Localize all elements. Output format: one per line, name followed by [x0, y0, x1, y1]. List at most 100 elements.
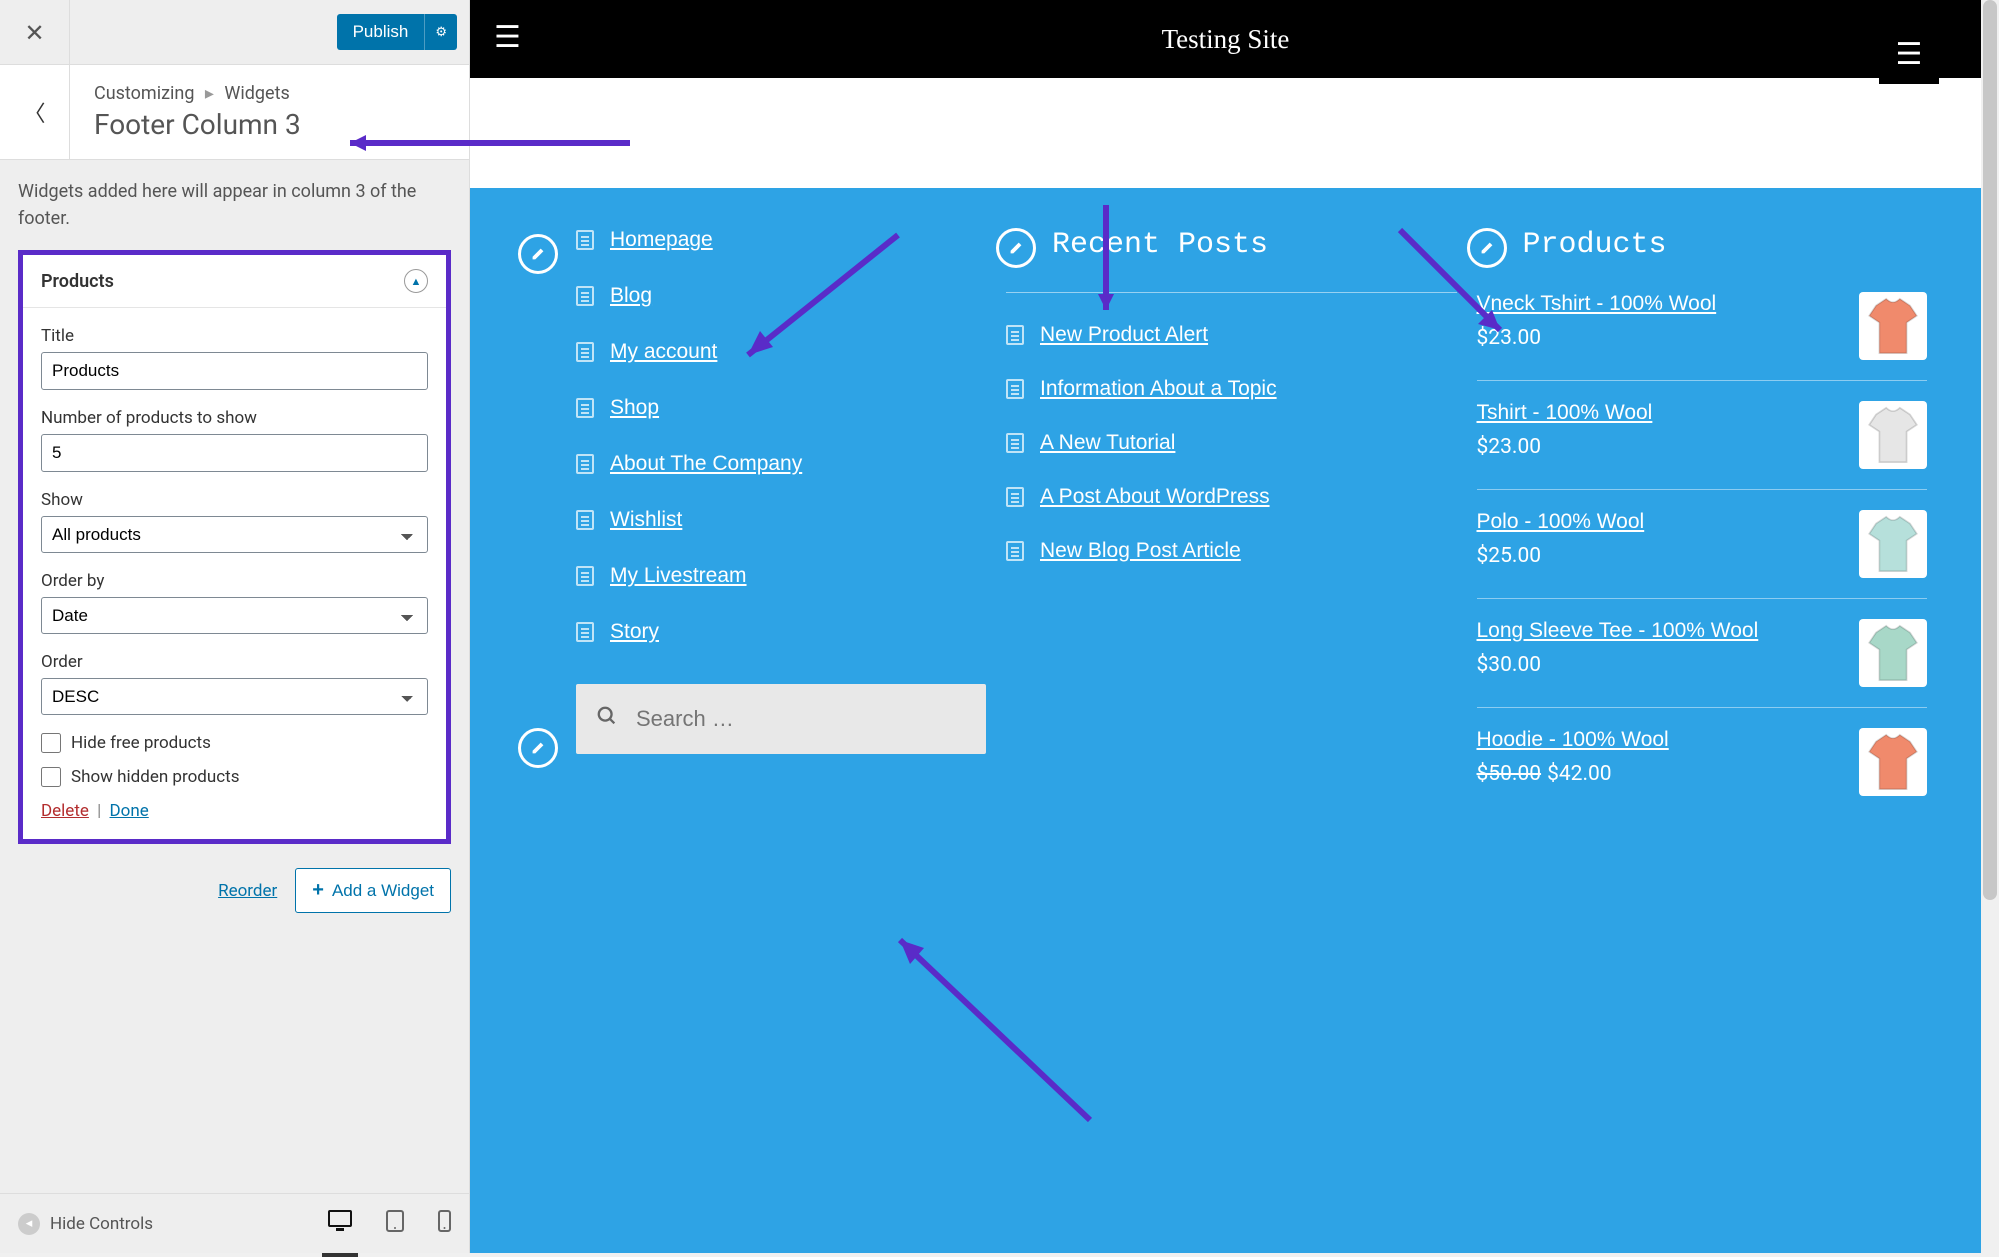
mobile-preview-button[interactable]	[438, 1210, 451, 1238]
search-input[interactable]	[636, 706, 966, 732]
hide-free-label: Hide free products	[71, 733, 211, 753]
scrollbar-thumb[interactable]	[1983, 0, 1997, 900]
title-input[interactable]	[41, 352, 428, 390]
done-widget-link[interactable]: Done	[110, 801, 149, 821]
customizer-breadcrumb: 〈 Customizing ▸ Widgets Footer Column 3	[0, 65, 469, 160]
recent-post-link[interactable]: New Blog Post Article	[1040, 539, 1241, 563]
recent-post-link[interactable]: A New Tutorial	[1040, 431, 1175, 455]
product-thumbnail	[1859, 510, 1927, 578]
order-select[interactable]: DESC	[41, 678, 428, 715]
product-price: $23.00	[1477, 326, 1542, 350]
product-info: Polo - 100% Wool $25.00	[1477, 510, 1645, 568]
desktop-preview-button[interactable]	[328, 1210, 352, 1238]
hide-controls-button[interactable]: ◂ Hide Controls	[18, 1213, 153, 1235]
customizer-sidebar: ✕ Publish ⚙ 〈 Customizing ▸ Widgets Foot…	[0, 0, 470, 1253]
orderby-select[interactable]: Date	[41, 597, 428, 634]
search-icon	[596, 705, 618, 733]
back-button[interactable]: 〈	[0, 65, 70, 159]
show-select[interactable]: All products	[41, 516, 428, 553]
document-icon	[1006, 487, 1024, 507]
footer-column-2: Recent Posts New Product AlertInformatio…	[1006, 228, 1457, 1213]
document-icon	[576, 398, 594, 418]
breadcrumb-title: Footer Column 3	[94, 108, 445, 141]
edit-widget-button[interactable]	[1467, 228, 1507, 268]
product-link[interactable]: Tshirt - 100% Wool	[1477, 401, 1653, 424]
product-item: Hoodie - 100% Wool$50.00$42.00	[1477, 707, 1928, 816]
product-link[interactable]: Long Sleeve Tee - 100% Wool	[1477, 619, 1759, 642]
menu-hamburger-button[interactable]: ☰	[494, 20, 521, 55]
footer-nav-link[interactable]: My account	[610, 340, 717, 364]
site-header: ☰ Testing Site	[470, 0, 1981, 78]
show-hidden-checkbox[interactable]	[41, 767, 61, 787]
product-price: $23.00	[1477, 435, 1542, 459]
widget-header[interactable]: Products ▲	[23, 255, 446, 308]
hide-controls-label: Hide Controls	[50, 1214, 153, 1234]
site-preview: ☰ Testing Site ☰ Homepage Blog My account S…	[470, 0, 1981, 1253]
close-customizer-button[interactable]: ✕	[0, 0, 70, 65]
chevron-left-icon: 〈	[23, 96, 45, 128]
add-widget-button[interactable]: + Add a Widget	[295, 868, 451, 913]
product-price-row: $25.00	[1477, 544, 1645, 568]
num-products-input[interactable]	[41, 434, 428, 472]
product-link[interactable]: Vneck Tshirt - 100% Wool	[1477, 292, 1717, 315]
publish-settings-button[interactable]: ⚙	[424, 14, 457, 50]
hide-free-checkbox[interactable]	[41, 733, 61, 753]
list-item: About The Company	[576, 452, 986, 476]
edit-widget-button[interactable]	[518, 728, 558, 768]
product-item: Tshirt - 100% Wool $23.00	[1477, 380, 1928, 489]
document-icon	[576, 510, 594, 530]
list-item: My account	[576, 340, 986, 364]
collapse-widget-button[interactable]: ▲	[404, 269, 428, 293]
list-item: New Blog Post Article	[1006, 539, 1457, 563]
recent-post-link[interactable]: New Product Alert	[1040, 323, 1208, 347]
recent-post-link[interactable]: Information About a Topic	[1040, 377, 1277, 401]
order-label: Order	[41, 652, 428, 672]
footer-nav-link[interactable]: Homepage	[610, 228, 713, 252]
tablet-preview-button[interactable]	[386, 1210, 404, 1238]
product-thumbnail	[1859, 292, 1927, 360]
close-icon: ✕	[24, 19, 44, 47]
publish-button[interactable]: Publish	[337, 14, 425, 50]
product-link[interactable]: Polo - 100% Wool	[1477, 510, 1645, 533]
mobile-icon	[438, 1210, 451, 1232]
edit-widget-button[interactable]	[518, 234, 558, 274]
footer-nav-link[interactable]: Shop	[610, 396, 659, 420]
product-price: $42.00	[1547, 762, 1612, 786]
document-icon	[1006, 433, 1024, 453]
product-link[interactable]: Hoodie - 100% Wool	[1477, 728, 1669, 751]
delete-widget-link[interactable]: Delete	[41, 801, 89, 821]
widget-actions: Delete | Done	[41, 801, 428, 821]
document-icon	[576, 230, 594, 250]
list-item: My Livestream	[576, 564, 986, 588]
shirt-icon	[1859, 292, 1927, 360]
footer-widget-area: Homepage Blog My account Shop About The Comp…	[470, 188, 1981, 1253]
recent-post-link[interactable]: A Post About WordPress	[1040, 485, 1270, 509]
show-label: Show	[41, 490, 428, 510]
list-item: New Product Alert	[1006, 323, 1457, 347]
reorder-link[interactable]: Reorder	[218, 881, 277, 901]
breadcrumb-separator-icon: ▸	[205, 83, 214, 104]
footer-nav-link[interactable]: Story	[610, 620, 659, 644]
products-title: Products	[1477, 228, 1928, 262]
preview-scrollbar[interactable]	[1981, 0, 1999, 1253]
add-widget-label: Add a Widget	[332, 881, 434, 901]
shirt-icon	[1859, 619, 1927, 687]
divider	[1006, 292, 1457, 293]
tablet-icon	[386, 1210, 404, 1232]
footer-nav-link[interactable]: Blog	[610, 284, 652, 308]
product-price-row: $23.00	[1477, 326, 1717, 350]
list-item: A New Tutorial	[1006, 431, 1457, 455]
divider: |	[97, 801, 101, 821]
footer-nav-link[interactable]: Wishlist	[610, 508, 682, 532]
pencil-icon	[1478, 239, 1496, 257]
mobile-menu-toggle[interactable]: ☰	[1879, 24, 1939, 84]
footer-nav-link[interactable]: About The Company	[610, 452, 802, 476]
footer-nav-link[interactable]: My Livestream	[610, 564, 747, 588]
product-price-row: $23.00	[1477, 435, 1653, 459]
list-item: Wishlist	[576, 508, 986, 532]
product-info: Tshirt - 100% Wool $23.00	[1477, 401, 1653, 459]
edit-widget-button[interactable]	[996, 228, 1036, 268]
product-thumbnail	[1859, 728, 1927, 796]
product-info: Vneck Tshirt - 100% Wool $23.00	[1477, 292, 1717, 350]
list-item: Blog	[576, 284, 986, 308]
